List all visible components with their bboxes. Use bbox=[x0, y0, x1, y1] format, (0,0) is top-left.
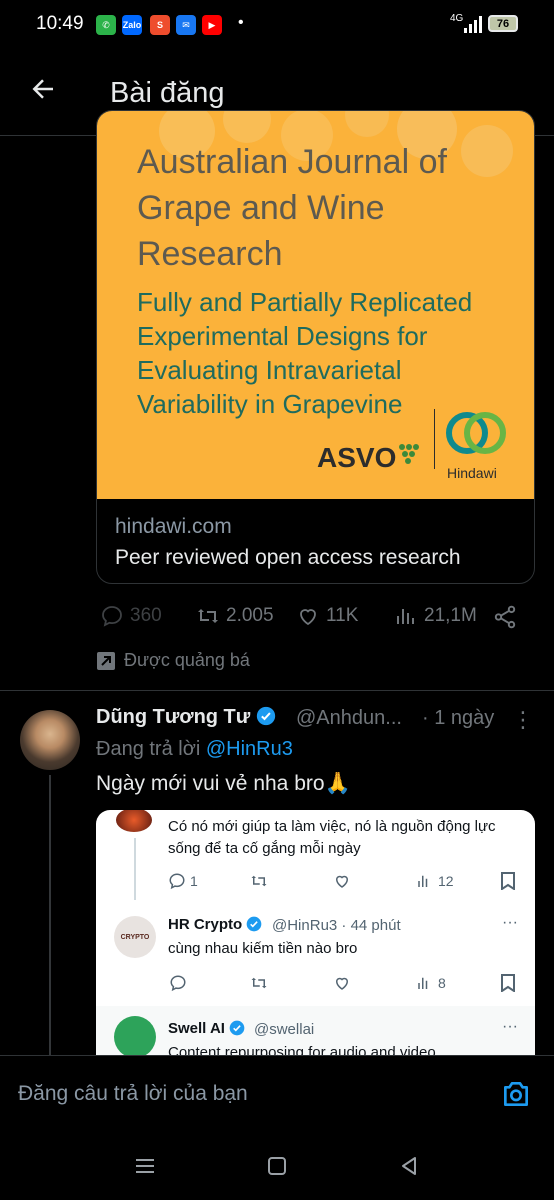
embedded-tweet-2-handle: @HinRu3 · 44 phút bbox=[272, 917, 401, 934]
zalo-icon: Zalo bbox=[122, 15, 142, 35]
embedded-reply-icon-2 bbox=[170, 975, 186, 992]
home-icon[interactable] bbox=[266, 1155, 288, 1177]
youtube-icon: ▶ bbox=[202, 15, 222, 35]
camera-icon[interactable] bbox=[500, 1078, 532, 1110]
embedded-views-stat-2: 8 bbox=[416, 974, 446, 992]
thread-line bbox=[49, 775, 51, 1055]
messenger-icon: ✉ bbox=[176, 15, 196, 35]
reply-count: 360 bbox=[130, 605, 162, 626]
link-preview-card[interactable]: Australian Journal of Grape and Wine Res… bbox=[96, 110, 535, 584]
asvo-logo: ASVO bbox=[317, 441, 424, 474]
views-icon bbox=[397, 609, 414, 624]
status-time: 10:49 bbox=[36, 13, 84, 34]
reply-button[interactable]: 360 bbox=[100, 604, 162, 628]
reply-author-name[interactable]: Dũng Tương Tư bbox=[96, 706, 276, 729]
reply-icon bbox=[102, 606, 122, 627]
back-nav-icon[interactable] bbox=[398, 1155, 420, 1177]
back-arrow-icon[interactable] bbox=[28, 74, 58, 104]
recents-icon[interactable] bbox=[134, 1156, 156, 1176]
reply-author-handle[interactable]: @Anhdun... bbox=[296, 707, 402, 730]
promoted-label: Được quảng bá bbox=[96, 650, 250, 671]
repost-button[interactable]: 2.005 bbox=[196, 604, 274, 628]
embedded-more-icon-3: ··· bbox=[502, 1018, 518, 1035]
share-icon[interactable] bbox=[492, 604, 518, 630]
hr-crypto-avatar: CRYPTO bbox=[114, 916, 156, 958]
avatar[interactable] bbox=[20, 710, 80, 770]
views-button[interactable]: 21,1M bbox=[394, 604, 477, 628]
logo-divider bbox=[434, 409, 435, 469]
embedded-tweet-3-text: Content repurposing for audio and video bbox=[168, 1044, 436, 1055]
embedded-tweet-2-name: HR Crypto bbox=[168, 916, 262, 933]
page-title: Bài đăng bbox=[110, 77, 225, 109]
article-title: Fully and Partially Replicated Experimen… bbox=[137, 287, 473, 419]
signal-icon bbox=[464, 16, 482, 33]
replying-to-link[interactable]: @HinRu3 bbox=[206, 738, 293, 760]
swell-ai-avatar bbox=[114, 1016, 156, 1055]
notification-dot-icon: • bbox=[238, 14, 244, 31]
hindawi-wordmark: Hindawi bbox=[447, 465, 497, 481]
promoted-arrow-icon bbox=[97, 651, 115, 670]
shopee-icon: S bbox=[150, 15, 170, 35]
reply-timestamp: · 1 ngày bbox=[422, 707, 495, 729]
embedded-image[interactable]: Có nó mới giúp ta làm việc, nó là nguồn … bbox=[96, 810, 535, 1055]
embedded-avatar-1 bbox=[116, 810, 152, 832]
link-title: Peer reviewed open access research bbox=[115, 546, 461, 569]
whatsapp-icon: ✆ bbox=[96, 15, 116, 35]
embedded-repost-icon-2 bbox=[251, 977, 267, 989]
replying-to: Đang trả lời @HinRu3 bbox=[96, 738, 293, 760]
repost-icon bbox=[198, 609, 218, 623]
status-bar: 10:49 ✆ Zalo S ✉ ▶ • 4G 76 bbox=[0, 0, 554, 50]
more-options-icon[interactable]: ⋮ bbox=[512, 707, 534, 733]
embedded-verified-icon bbox=[247, 916, 262, 932]
like-button[interactable]: 11K bbox=[296, 604, 358, 628]
embedded-tweet-2-text: cùng nhau kiếm tiền nào bro bbox=[168, 940, 358, 957]
embedded-tweet-1-text: Có nó mới giúp ta làm việc, nó là nguồn … bbox=[168, 818, 496, 857]
embedded-heart-icon-2 bbox=[335, 977, 349, 990]
embedded-bookmark-icon bbox=[501, 872, 515, 890]
embedded-thread-line bbox=[134, 838, 136, 900]
embedded-tweet-3-name: Swell AI bbox=[168, 1020, 245, 1037]
link-domain: hindawi.com bbox=[115, 515, 232, 538]
battery-indicator: 76 bbox=[488, 15, 518, 32]
embedded-bookmark-icon-2 bbox=[501, 974, 515, 992]
embedded-tweet-3-handle: @swellai bbox=[254, 1021, 315, 1038]
reply-input[interactable]: Đăng câu trả lời của bạn bbox=[18, 1082, 248, 1106]
view-count: 21,1M bbox=[424, 605, 477, 626]
embedded-heart-icon bbox=[335, 875, 349, 888]
repost-count: 2.005 bbox=[226, 605, 274, 626]
hindawi-logo-icon bbox=[446, 412, 506, 454]
embedded-repost-icon bbox=[251, 875, 267, 887]
embedded-more-icon: ··· bbox=[502, 914, 518, 931]
like-count: 11K bbox=[326, 605, 359, 626]
link-preview-image[interactable]: Australian Journal of Grape and Wine Res… bbox=[97, 111, 534, 499]
heart-icon bbox=[300, 609, 316, 626]
embedded-views-stat: 12 bbox=[416, 872, 454, 890]
reply-text: Ngày mới vui vẻ nha bro🙏 bbox=[96, 772, 351, 795]
verified-badge-icon bbox=[256, 706, 275, 726]
journal-name: Australian Journal of Grape and Wine Res… bbox=[137, 143, 447, 273]
divider bbox=[0, 690, 554, 691]
embedded-reply-stat: 1 bbox=[168, 872, 198, 890]
